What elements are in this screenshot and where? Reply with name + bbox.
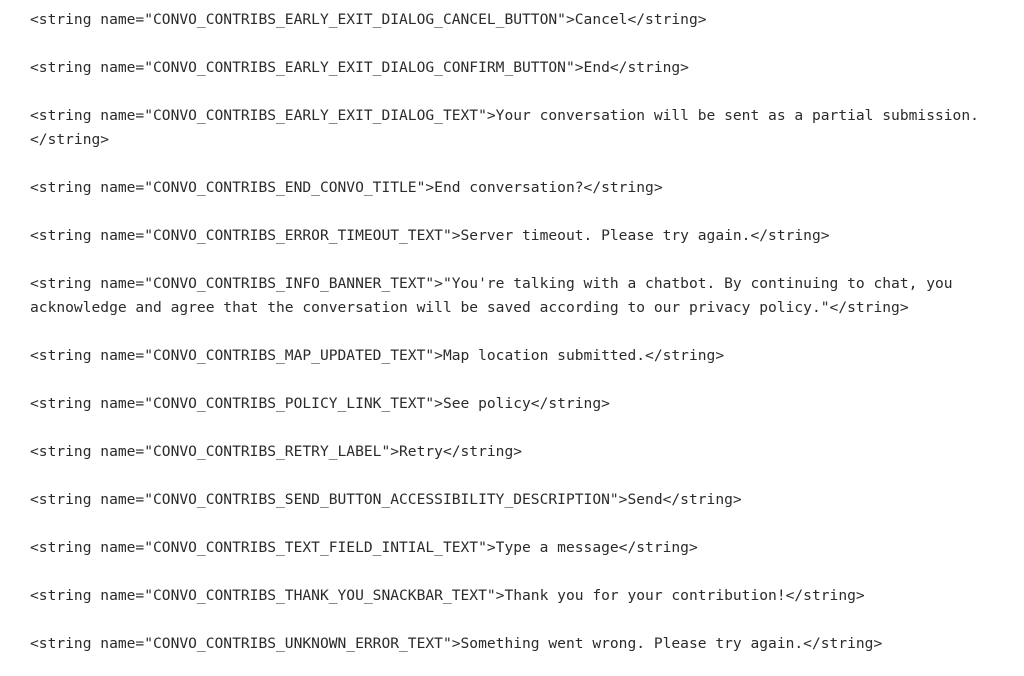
string-resource-entry: <string name="CONVO_CONTRIBS_POLICY_LINK…: [30, 395, 610, 412]
string-resource-entry: <string name="CONVO_CONTRIBS_UNKNOWN_ERR…: [30, 635, 883, 652]
string-resource-entry: <string name="CONVO_CONTRIBS_INFO_BANNER…: [30, 275, 962, 316]
string-resource-entry: <string name="CONVO_CONTRIBS_END_CONVO_T…: [30, 179, 663, 196]
string-resource-entry: <string name="CONVO_CONTRIBS_MAP_UPDATED…: [30, 347, 725, 364]
string-resource-entry: <string name="CONVO_CONTRIBS_THANK_YOU_S…: [30, 587, 865, 604]
string-resource-entry: <string name="CONVO_CONTRIBS_EARLY_EXIT_…: [30, 11, 707, 28]
string-resource-entry: <string name="CONVO_CONTRIBS_TEXT_FIELD_…: [30, 539, 698, 556]
string-resource-entry: <string name="CONVO_CONTRIBS_EARLY_EXIT_…: [30, 107, 979, 148]
string-resource-listing: <string name="CONVO_CONTRIBS_EARLY_EXIT_…: [0, 0, 1024, 676]
string-resource-entry: <string name="CONVO_CONTRIBS_SEND_BUTTON…: [30, 491, 742, 508]
string-resource-entry: <string name="CONVO_CONTRIBS_ERROR_TIMEO…: [30, 227, 830, 244]
string-resource-entry: <string name="CONVO_CONTRIBS_EARLY_EXIT_…: [30, 59, 689, 76]
string-resource-entry: <string name="CONVO_CONTRIBS_RETRY_LABEL…: [30, 443, 523, 460]
